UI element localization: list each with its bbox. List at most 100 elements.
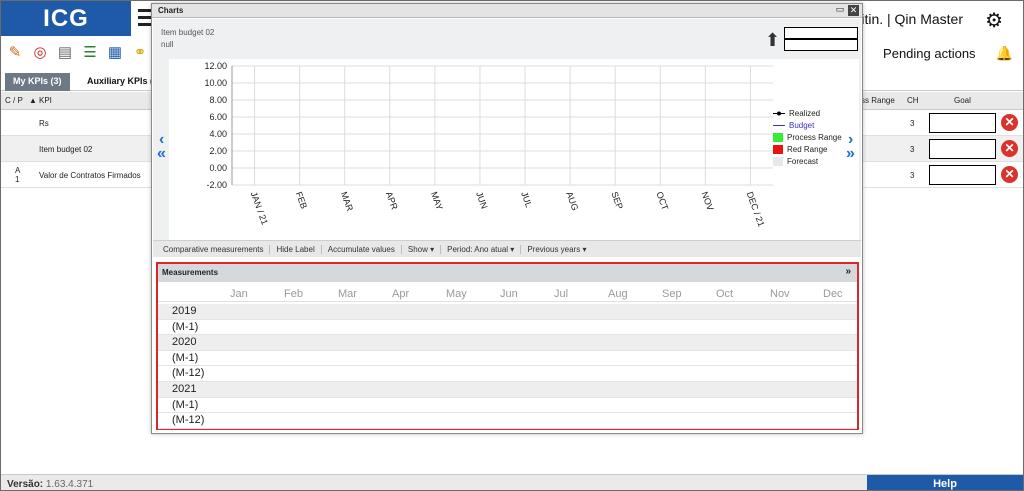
measurements-header[interactable]: Measurements »	[158, 264, 857, 282]
show-dropdown[interactable]: Show ▾	[402, 244, 442, 254]
charts-dialog: Charts ▭ ✕ Item budget 02 null ⬆ 12.00 10…	[151, 3, 863, 434]
month-header: Jul	[554, 288, 569, 300]
x-tick-label: APR	[384, 190, 400, 211]
col-goal[interactable]: Goal	[954, 96, 971, 105]
measurements-title: Measurements	[162, 268, 219, 277]
ch-value: 3	[910, 119, 915, 128]
kpi-name: Rs	[39, 119, 49, 128]
y-tick-label: 8.00	[209, 95, 227, 105]
kpi-name: Item budget 02	[39, 145, 93, 154]
chart-legend: Realized Budget Process Range Red Range …	[773, 107, 842, 167]
gear-icon[interactable]: ⚙	[985, 8, 1003, 33]
accumulate-button[interactable]: Accumulate values	[322, 244, 402, 254]
row-label: (M-1)	[172, 351, 199, 364]
user-name[interactable]: alitin. | Qin Master	[850, 11, 963, 27]
month-header: Aug	[608, 288, 628, 300]
y-tick-label: 12.00	[204, 61, 227, 71]
edit-icon[interactable]: ✎	[5, 42, 25, 62]
minimize-icon[interactable]: ▭	[835, 5, 845, 15]
logo: ICG	[1, 1, 131, 36]
link-icon[interactable]: ⚭	[130, 42, 150, 62]
x-tick-label: MAR	[339, 190, 355, 213]
legend-label: Realized	[789, 108, 821, 118]
legend-label: Red Range	[787, 144, 828, 154]
bell-icon[interactable]: 🔔	[996, 45, 1013, 62]
col-ch[interactable]: CH	[907, 96, 919, 105]
x-tick-label: FEB	[294, 190, 309, 210]
measurement-row: (M-1)	[158, 320, 857, 336]
version-number: 1.63.4.371	[45, 479, 94, 490]
version-label: Versão:	[7, 479, 44, 490]
period-dropdown[interactable]: Period: Ano atual ▾	[441, 244, 522, 254]
row-label: (M-1)	[172, 398, 199, 411]
clipboard-icon[interactable]: ▤	[55, 42, 75, 62]
legend-label: Forecast	[787, 156, 819, 166]
row-label: 2019	[172, 305, 197, 317]
row-label: (M-1)	[172, 320, 199, 333]
month-header: Mar	[338, 288, 357, 300]
month-header: May	[446, 288, 467, 300]
row-label: (M-12)	[172, 414, 205, 427]
goal-input[interactable]	[929, 113, 996, 133]
month-header: Feb	[284, 288, 303, 300]
list-icon[interactable]: ☰	[80, 42, 100, 62]
main-toolbar: ✎ ◎ ▤ ☰ ▦ ⚭	[1, 37, 151, 67]
months-header: Jan Feb Mar Apr May Jun Jul Aug Sep Oct Nov Dec	[158, 284, 857, 302]
close-icon[interactable]: ✕	[848, 5, 859, 16]
delete-icon[interactable]: ✕	[1001, 114, 1018, 131]
delete-icon[interactable]: ✕	[1001, 166, 1018, 183]
y-tick-label: -2.00	[206, 180, 227, 190]
status-bar: Versão: 1.63.4.371 Help	[1, 474, 1023, 490]
legend-item[interactable]: Red Range	[773, 143, 842, 155]
help-button[interactable]: Help	[867, 475, 1023, 490]
measurement-row: (M-1)	[158, 351, 857, 367]
y-tick-label: 4.00	[209, 129, 227, 139]
x-tick-label: NOV	[699, 190, 715, 212]
x-tick-label: MAY	[429, 190, 445, 211]
previous-years-dropdown[interactable]: Previous years ▾	[521, 245, 592, 254]
target-icon[interactable]: ◎	[30, 42, 50, 62]
x-tick-label: SEP	[609, 190, 625, 210]
delete-icon[interactable]: ✕	[1001, 140, 1018, 157]
col-kpi[interactable]: KPI	[39, 96, 52, 105]
measurement-row: 2019	[158, 304, 857, 320]
cp-value: A 1	[15, 166, 21, 184]
collapse-icon[interactable]: »	[845, 266, 851, 277]
last-icon[interactable]: »	[846, 145, 855, 163]
goal-input[interactable]	[929, 139, 996, 159]
measurement-row: (M-1)	[158, 398, 857, 414]
legend-marker	[773, 111, 785, 115]
legend-label: Process Range	[787, 132, 842, 142]
chart-toolbar: Comparative measurements Hide Label Accu…	[153, 240, 861, 257]
sort-icon[interactable]: ▲	[29, 96, 37, 105]
tab-my-kpis[interactable]: My KPIs (3)	[5, 73, 70, 91]
legend-item[interactable]: Realized	[773, 107, 842, 119]
y-tick-label: 2.00	[209, 146, 227, 156]
goal-input[interactable]	[929, 165, 996, 185]
legend-item[interactable]: Budget	[773, 119, 842, 131]
x-tick-label: AUG	[564, 190, 580, 212]
col-range[interactable]: ss Range	[861, 96, 895, 105]
comparative-button[interactable]: Comparative measurements	[157, 244, 271, 254]
chart-area: Item budget 02 null ⬆ 12.00 10.00 8.00 6.00…	[153, 19, 861, 255]
col-cp[interactable]: C / P	[5, 96, 23, 105]
month-header: Nov	[770, 288, 790, 300]
y-tick-label: 6.00	[209, 112, 227, 122]
first-icon[interactable]: «	[157, 145, 166, 163]
month-header: Jun	[500, 288, 518, 300]
row-label: (M-12)	[172, 367, 205, 380]
y-tick-label: 10.00	[204, 78, 227, 88]
legend-item[interactable]: Process Range	[773, 131, 842, 143]
month-header: Jan	[230, 288, 248, 300]
month-header: Sep	[662, 288, 682, 300]
legend-item[interactable]: Forecast	[773, 155, 842, 167]
month-header: Dec	[823, 288, 843, 300]
hide-label-button[interactable]: Hide Label	[270, 244, 322, 254]
measurements-panel: Measurements » Jan Feb Mar Apr May Jun Jul Aug S…	[156, 262, 859, 430]
month-header: Apr	[392, 288, 410, 300]
row-label: 2021	[172, 383, 197, 395]
chart-icon[interactable]: ▦	[105, 42, 125, 62]
measurement-row: (M-12)	[158, 413, 857, 429]
pending-actions-link[interactable]: Pending actions	[883, 46, 976, 61]
kpi-name: Valor de Contratos Firmados	[39, 171, 141, 180]
